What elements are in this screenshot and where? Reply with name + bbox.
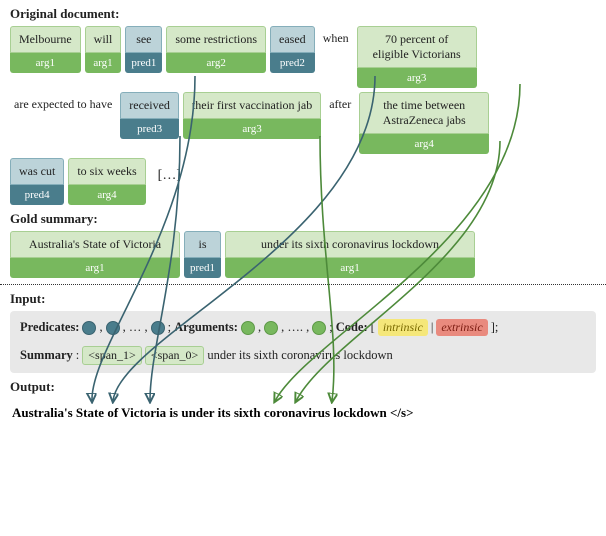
output-text: Australia's State of Victoria is under i… [0,399,606,431]
token-are-expected: are expected to have [10,92,116,117]
token-melbourne: Melbourne arg1 [10,26,81,73]
intrinsic-chip: intrinsic [378,319,428,336]
code-label: Code: [336,320,368,335]
gold-pred1: is pred1 [184,231,221,278]
token-after: after [325,92,355,117]
token-received: received pred3 [120,92,179,139]
pred-dot-icon [106,321,120,335]
arg-dot-icon [241,321,255,335]
doc-row-2: are expected to have received pred3 thei… [0,92,606,154]
span-0-chip: <span_0> [145,346,205,365]
doc-row-1: Melbourne arg1 will arg1 see pred1 some … [0,26,606,88]
token-was-cut: was cut pred4 [10,158,64,205]
pred-dot-icon [82,321,96,335]
output-heading: Output: [10,379,606,395]
token-when: when [319,26,353,51]
token-will: will arg1 [85,26,122,73]
token-eased: eased pred2 [270,26,315,73]
input-line-2: Summary: <span_1> <span_0> under its six… [20,346,586,365]
dotted-divider [0,284,606,285]
input-line-1: Predicates: , , … , ; Arguments: , , …. … [20,319,586,336]
gold-row: Australia's State of Victoria arg1 is pr… [0,231,606,278]
input-heading: Input: [10,291,606,307]
token-ellipsis: […] [150,158,189,194]
predicates-label: Predicates: [20,320,79,335]
gold-arg1-left: Australia's State of Victoria arg1 [10,231,180,278]
summary-label: Summary [20,348,73,363]
token-first-jab: their first vaccination jab arg3 [183,92,321,139]
doc-row-3: was cut pred4 to six weeks arg4 […] [0,158,606,205]
arguments-label: Arguments: [174,320,238,335]
gold-summary-heading: Gold summary: [10,211,606,227]
arg-dot-icon [264,321,278,335]
pred-dot-icon [151,321,165,335]
token-six-weeks: to six weeks arg4 [68,158,145,205]
extrinsic-chip: extrinsic [436,319,487,336]
token-some-restrictions: some restrictions arg2 [166,26,266,73]
arg-dot-icon [312,321,326,335]
token-70-percent: 70 percent of eligible Victorians arg3 [357,26,477,88]
gold-arg1-right: under its sixth coronavirus lockdown arg… [225,231,475,278]
token-az-jabs: the time between AstraZeneca jabs arg4 [359,92,489,154]
span-1-chip: <span_1> [82,346,142,365]
token-see: see pred1 [125,26,162,73]
summary-tail-text: under its sixth coronavirus lockdown [207,348,392,363]
original-doc-heading: Original document: [10,6,606,22]
input-block: Predicates: , , … , ; Arguments: , , …. … [10,311,596,373]
